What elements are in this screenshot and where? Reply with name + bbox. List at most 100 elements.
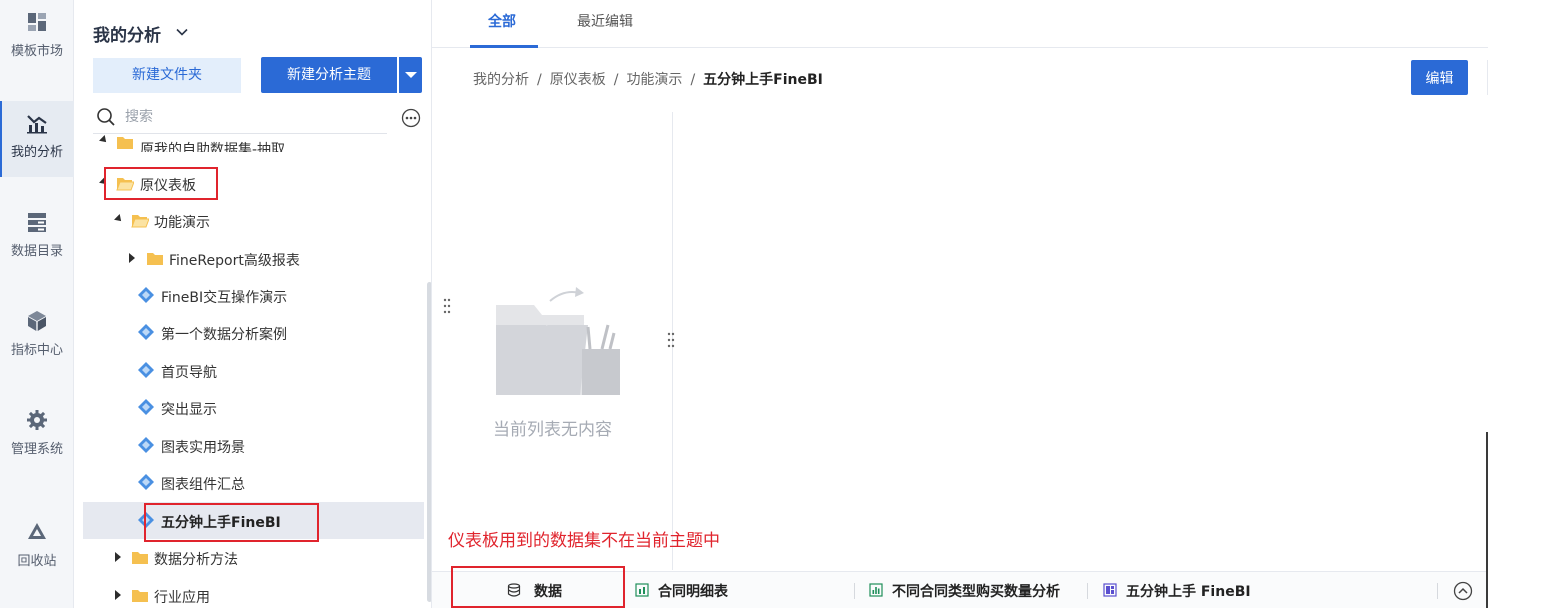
breadcrumb-item[interactable]: 我的分析 [473, 72, 529, 88]
rail-item-data-catalog[interactable]: 数据目录 [0, 200, 74, 276]
breadcrumb-separator: / [537, 72, 542, 88]
chevron-down-icon[interactable] [175, 25, 189, 39]
empty-folder-illustration [496, 287, 620, 395]
tree-item-label: 突出显示 [161, 402, 217, 418]
tree-item-label: 五分钟上手FineBI [161, 515, 281, 531]
rail-label-management: 管理系统 [10, 442, 63, 457]
new-topic-dropdown-button[interactable] [399, 57, 422, 93]
rail-label-metrics-center: 指标中心 [10, 343, 63, 358]
dashboard-diamond-icon [138, 474, 154, 490]
rail-item-my-analysis[interactable]: 我的分析 [0, 101, 74, 177]
tree-toggle[interactable] [115, 590, 121, 600]
tree-item-folder[interactable]: 行业应用 [83, 577, 424, 608]
dashboard-diamond-icon [138, 287, 154, 303]
tree-item-dashboard-selected[interactable]: 五分钟上手FineBI [83, 502, 424, 539]
analysis-chart-icon [27, 115, 47, 134]
breadcrumb-current: 五分钟上手FineBI [703, 72, 823, 88]
bottom-tab-data[interactable]: 数据 [452, 572, 624, 608]
tree-toggle[interactable] [129, 253, 135, 263]
tree-item-label: 原我的自助数据集-抽取 [140, 142, 286, 158]
folder-icon [132, 590, 148, 602]
tree-item-dashboard[interactable]: FineBI交互操作演示 [83, 277, 424, 314]
database-icon [507, 583, 521, 597]
breadcrumb-item[interactable]: 原仪表板 [550, 72, 606, 88]
warning-annotation: 仪表板用到的数据集不在当前主题中 [448, 531, 720, 551]
tree-item-label: 功能演示 [154, 215, 210, 231]
main-content: 全部 最近编辑 我的分析 / 原仪表板 / 功能演示 / 五分钟上手FineBI 编辑 当前… [432, 0, 1488, 608]
tree-item-label: 图表组件汇总 [161, 477, 245, 493]
window-edge [1486, 432, 1488, 608]
metrics-cube-icon [28, 311, 46, 331]
tree-item-label: FineReport高级报表 [169, 253, 300, 269]
bottom-tab-label: 数据 [534, 584, 562, 600]
tree-toggle[interactable] [114, 214, 124, 224]
breadcrumb: 我的分析 / 原仪表板 / 功能演示 / 五分钟上手FineBI [473, 69, 823, 89]
more-options-icon[interactable] [401, 108, 421, 128]
tree-item-dashboard[interactable]: 图表实用场景 [83, 427, 424, 464]
dashboard-diamond-icon [138, 512, 154, 528]
drag-handle-icon[interactable] [442, 297, 452, 315]
tab-all[interactable]: 全部 [488, 11, 516, 31]
rail-label-template-market: 模板市场 [10, 44, 63, 59]
tree-item-folder[interactable]: 原仪表板 [83, 165, 424, 202]
tree-item-label: 数据分析方法 [154, 552, 238, 568]
search-input[interactable] [125, 106, 375, 128]
tab-recent-edit[interactable]: 最近编辑 [577, 11, 633, 31]
tree-item-dashboard[interactable]: 第一个数据分析案例 [83, 314, 424, 351]
dataset-list-pane: 当前列表无内容 [432, 112, 673, 570]
folder-tree: 原我的自助数据集-抽取 原仪表板 功能演示 FineReport高级报表 Fin… [74, 128, 431, 608]
tree-item-dashboard[interactable]: 图表组件汇总 [83, 464, 424, 501]
tab-separator [854, 583, 855, 599]
dashboard-layout-icon [1103, 583, 1117, 597]
tree-item-folder[interactable]: 功能演示 [83, 202, 424, 239]
bottom-tab-bar: 数据 合同明细表 不同合同类型购买数量分析 五分钟上手 FineBI [432, 571, 1488, 608]
gear-icon [27, 410, 47, 430]
collapse-up-icon[interactable] [1453, 581, 1473, 601]
tree-toggle[interactable] [115, 552, 121, 562]
rail-label-data-catalog: 数据目录 [10, 244, 63, 259]
tab-separator [1087, 583, 1088, 599]
empty-state-text: 当前列表无内容 [493, 420, 612, 440]
dashboard-diamond-icon [138, 399, 154, 415]
drag-handle-icon[interactable] [666, 331, 676, 349]
tree-item-folder[interactable]: 原我的自助数据集-抽取 [83, 129, 424, 166]
recycle-bin-icon [28, 523, 46, 539]
rail-label-recycle-bin: 回收站 [17, 554, 57, 569]
analysis-tree-panel: 我的分析 新建文件夹 新建分析主题 原我的自助数据集-抽取 原仪表板 [74, 0, 432, 608]
search-icon [97, 108, 115, 126]
bottom-tab-label: 合同明细表 [658, 584, 728, 600]
folder-icon [132, 552, 148, 564]
folder-icon [147, 253, 163, 265]
dashboard-diamond-icon [138, 437, 154, 453]
rail-item-metrics-center[interactable]: 指标中心 [0, 299, 74, 375]
edit-button[interactable]: 编辑 [1411, 60, 1468, 95]
breadcrumb-separator: / [613, 72, 619, 88]
tree-item-dashboard[interactable]: 突出显示 [83, 389, 424, 426]
nav-rail: 模板市场 我的分析 数据目录 指标中心 管理系统 回收站 [0, 0, 74, 608]
bar-chart-icon [869, 583, 883, 597]
panel-title[interactable]: 我的分析 [93, 21, 161, 46]
tree-item-dashboard[interactable]: 首页导航 [83, 352, 424, 389]
rail-item-management[interactable]: 管理系统 [0, 398, 74, 474]
new-topic-button[interactable]: 新建分析主题 [261, 57, 397, 93]
tab-bar: 全部 最近编辑 [432, 0, 1488, 48]
tree-item-label: FineBI交互操作演示 [161, 290, 288, 306]
tree-item-folder[interactable]: 数据分析方法 [83, 539, 424, 576]
tree-toggle[interactable] [99, 177, 109, 187]
tree-item-label: 行业应用 [154, 590, 210, 606]
dashboard-grid-icon [28, 13, 46, 31]
rail-item-recycle-bin[interactable]: 回收站 [0, 510, 74, 586]
bottom-tab-label: 五分钟上手 FineBI [1126, 584, 1251, 600]
folder-open-icon [116, 178, 134, 191]
new-folder-button[interactable]: 新建文件夹 [93, 58, 241, 93]
dashboard-diamond-icon [138, 324, 154, 340]
tree-item-folder[interactable]: FineReport高级报表 [83, 240, 424, 277]
data-catalog-icon [28, 213, 46, 232]
dashboard-diamond-icon [138, 362, 154, 378]
table-sheet-icon [635, 583, 649, 597]
folder-icon [117, 137, 133, 149]
tree-toggle[interactable] [99, 135, 109, 145]
rail-item-template-market[interactable]: 模板市场 [0, 0, 74, 76]
tab-separator [1437, 583, 1438, 599]
breadcrumb-item[interactable]: 功能演示 [626, 72, 682, 88]
